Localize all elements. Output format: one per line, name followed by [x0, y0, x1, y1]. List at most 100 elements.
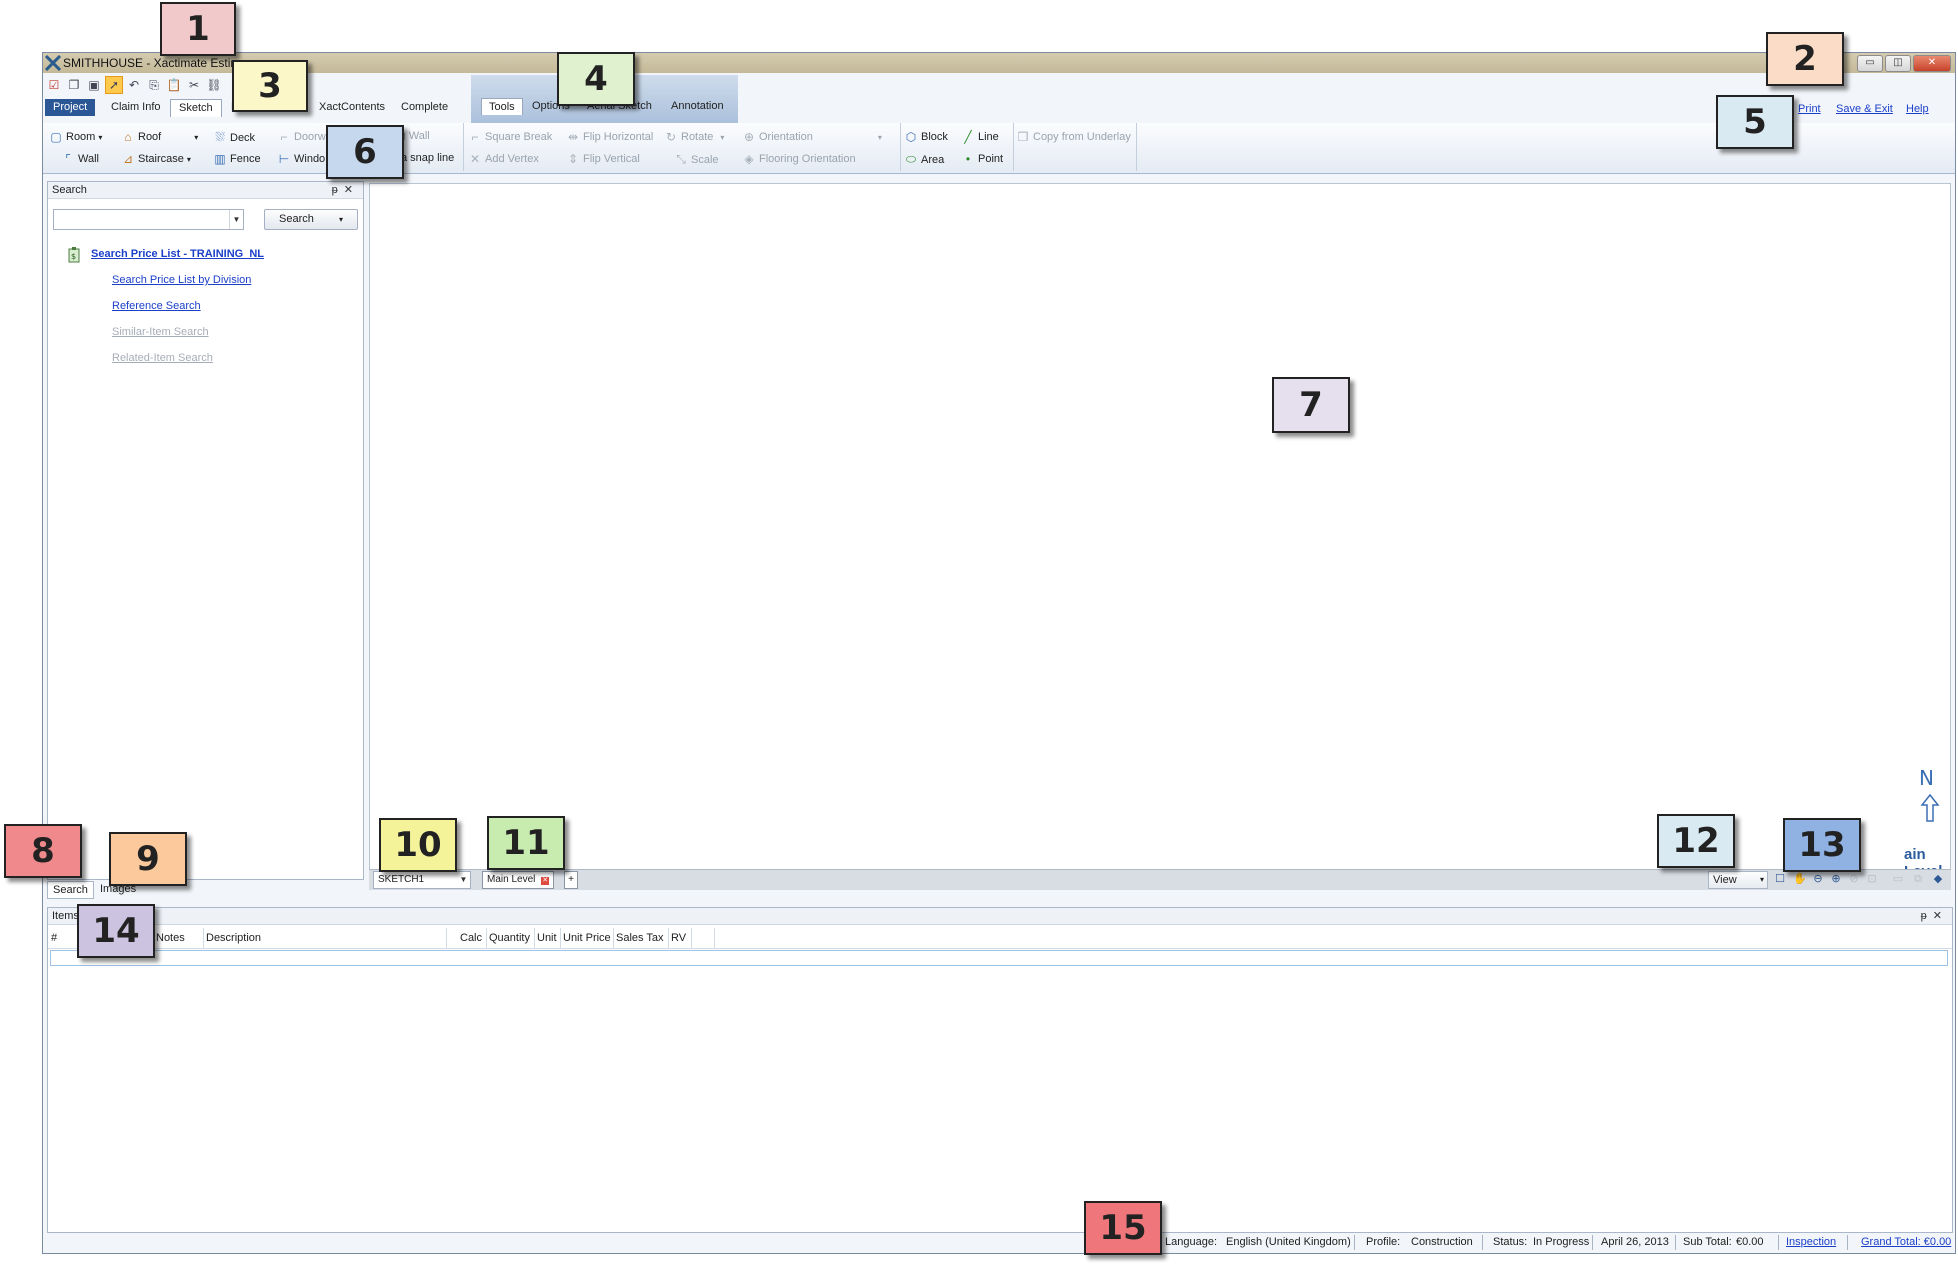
- pin-icon[interactable]: ᵽ: [1921, 910, 1933, 922]
- callout-12: 12: [1657, 814, 1735, 868]
- 3d-view-icon[interactable]: ◆: [1929, 870, 1947, 888]
- chevron-down-icon: ▾: [186, 154, 191, 164]
- room-button[interactable]: ▢ Room ▾: [49, 130, 102, 144]
- scale-button[interactable]: ⤡ Scale: [674, 152, 718, 167]
- restore-button[interactable]: ◫: [1885, 55, 1911, 72]
- reference-search-link[interactable]: Reference Search: [112, 300, 201, 312]
- tab-annotation[interactable]: Annotation: [664, 98, 731, 114]
- tab-project[interactable]: Project: [45, 99, 96, 116]
- column-header-rv[interactable]: RV: [668, 928, 692, 948]
- rotate-button[interactable]: ↻ Rotate ▾: [664, 130, 724, 144]
- window-button[interactable]: ⊢ Windo: [277, 152, 325, 166]
- view-dropdown[interactable]: View ▾: [1708, 871, 1768, 889]
- search-panel: Search ᵽ✕ ▼ Search ▾ $ Search Price List…: [47, 181, 364, 880]
- column-header-unit[interactable]: Unit: [534, 928, 561, 948]
- search-input[interactable]: ▼: [53, 209, 244, 230]
- door-button[interactable]: ⌐ Doorw: [277, 130, 326, 144]
- help-link[interactable]: Help: [1906, 103, 1929, 115]
- add-level-button[interactable]: +: [564, 871, 578, 889]
- cut-icon[interactable]: ✂: [185, 76, 203, 94]
- door-label: Doorw: [294, 131, 326, 143]
- window-icon: ⊢: [278, 152, 290, 166]
- paste-icon[interactable]: 📋: [165, 76, 183, 94]
- layers-icon[interactable]: ⧉: [1909, 870, 1927, 888]
- column-header-quantity[interactable]: Quantity: [486, 928, 535, 948]
- select-box-icon[interactable]: ☐: [1771, 870, 1789, 888]
- zoom-fit-icon[interactable]: ⊡: [1863, 870, 1881, 888]
- copy-underlay-label: Copy from Underlay: [1033, 131, 1131, 143]
- search-price-list-link[interactable]: Search Price List - TRAINING_NL: [91, 248, 264, 260]
- callout-8: 8: [4, 824, 82, 878]
- deck-button[interactable]: ⛆ Deck: [213, 130, 255, 145]
- select-pointer-icon[interactable]: ➚: [105, 76, 123, 94]
- close-icon[interactable]: ✕: [1933, 910, 1948, 922]
- zoom-window-icon[interactable]: ⊘: [1845, 870, 1863, 888]
- checklist-icon[interactable]: ☑: [45, 76, 63, 94]
- square-break-button[interactable]: ⌐ Square Break: [468, 130, 552, 144]
- status-date: April 26, 2013: [1601, 1236, 1669, 1248]
- tab-xactcontents[interactable]: XactContents: [311, 99, 393, 116]
- room-label: Room: [66, 131, 96, 143]
- tab-claim-info[interactable]: Claim Info: [103, 99, 169, 116]
- sketch-selector[interactable]: SKETCH1 ▼: [373, 871, 471, 889]
- add-vertex-button[interactable]: ✕ Add Vertex: [468, 152, 539, 166]
- pin-icon[interactable]: ᵽ: [332, 184, 344, 196]
- flip-vertical-button[interactable]: ⇕ Flip Vertical: [566, 152, 640, 166]
- roof-button[interactable]: ⌂ Roof ▾: [121, 130, 198, 144]
- close-button[interactable]: ✕: [1913, 55, 1951, 72]
- chevron-down-icon[interactable]: ▼: [457, 872, 470, 888]
- column-header-unit-price[interactable]: Unit Price: [560, 928, 614, 948]
- column-header-blank[interactable]: [691, 928, 715, 948]
- column-header-sales-tax[interactable]: Sales Tax: [613, 928, 669, 948]
- area-button[interactable]: ⬭ Area: [904, 152, 944, 167]
- column-header-description[interactable]: Description: [203, 928, 447, 948]
- tab-sketch[interactable]: Sketch: [170, 99, 222, 117]
- minimize-button[interactable]: ▭: [1857, 55, 1883, 72]
- window-title: SMITHHOUSE - Xactimate Estim: [63, 56, 241, 70]
- orientation-button[interactable]: ⊕ Orientation ▾: [742, 130, 882, 144]
- copy-from-underlay-button[interactable]: ❐ Copy from Underlay: [1016, 130, 1131, 144]
- column-header-calc[interactable]: Calc: [457, 928, 487, 948]
- sketch-canvas[interactable]: N ain Level: [369, 183, 1951, 880]
- fence-button[interactable]: ▥ Fence: [213, 152, 260, 166]
- column-header-notes[interactable]: Notes: [153, 928, 204, 948]
- point-button[interactable]: • Point: [961, 152, 1003, 166]
- close-icon[interactable]: ✕: [344, 184, 359, 196]
- zoom-out-icon[interactable]: ⊖: [1809, 870, 1827, 888]
- related-item-search-link[interactable]: Related-Item Search: [112, 352, 213, 364]
- save-icon[interactable]: ▣: [85, 76, 103, 94]
- staircase-button[interactable]: ⊿ Staircase ▾: [121, 152, 191, 166]
- column-header-number[interactable]: #: [48, 928, 79, 948]
- staircase-icon: ⊿: [122, 152, 134, 166]
- room-icon: ▢: [50, 130, 62, 144]
- copy-window-icon[interactable]: ❐: [65, 76, 83, 94]
- orientation-icon: ⊕: [743, 130, 755, 144]
- copy-icon[interactable]: ⎘: [145, 76, 163, 94]
- tab-complete[interactable]: Complete: [393, 99, 456, 116]
- grand-total-link[interactable]: Grand Total: €0.00: [1861, 1236, 1951, 1248]
- tab-tools[interactable]: Tools: [481, 98, 523, 115]
- close-level-icon[interactable]: ✕: [541, 877, 550, 885]
- search-button[interactable]: Search ▾: [264, 209, 358, 230]
- inspection-link[interactable]: Inspection: [1786, 1236, 1836, 1248]
- items-table-new-row[interactable]: [50, 950, 1948, 966]
- undo-icon[interactable]: ↶: [125, 76, 143, 94]
- chevron-down-icon[interactable]: ▼: [229, 210, 243, 229]
- search-by-division-link[interactable]: Search Price List by Division: [112, 274, 251, 286]
- flip-horizontal-button[interactable]: ⇹ Flip Horizontal: [566, 130, 653, 144]
- save-exit-link[interactable]: Save & Exit: [1836, 103, 1893, 115]
- print-link[interactable]: Print: [1798, 103, 1821, 115]
- block-button[interactable]: ⬡ Block: [904, 130, 948, 144]
- page-icon[interactable]: ▭: [1889, 870, 1907, 888]
- zoom-in-icon[interactable]: ⊕: [1827, 870, 1845, 888]
- link-icon[interactable]: ⛓: [205, 76, 223, 94]
- tab-search-panel[interactable]: Search: [47, 881, 94, 899]
- similar-item-search-link[interactable]: Similar-Item Search: [112, 326, 209, 338]
- line-button[interactable]: ╱ Line: [961, 130, 998, 144]
- wall-label: Wall: [78, 153, 99, 165]
- wall-button[interactable]: ⌜ Wall: [61, 152, 99, 166]
- flooring-orientation-button[interactable]: ◈ Flooring Orientation: [742, 152, 855, 166]
- tab-main-level[interactable]: Main Level ✕: [482, 871, 555, 889]
- snap-line-button[interactable]: a snap line: [401, 152, 454, 164]
- pan-hand-icon[interactable]: ✋: [1791, 870, 1809, 888]
